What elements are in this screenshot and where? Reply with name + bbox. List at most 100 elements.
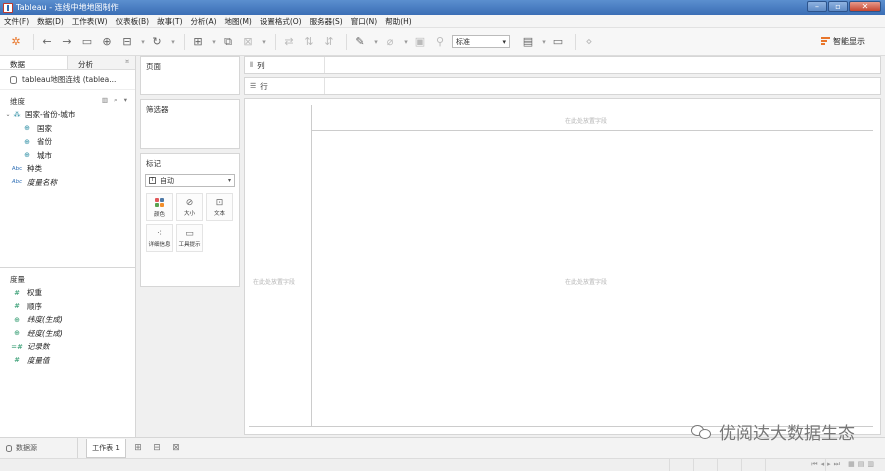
- sheet-tab[interactable]: 工作表 1: [86, 438, 126, 458]
- dimension-field[interactable]: Abc 种类: [0, 162, 135, 176]
- refresh-icon[interactable]: ↻: [149, 34, 165, 50]
- view-size-select[interactable]: 标准 ▾: [452, 35, 510, 48]
- pause-updates-icon[interactable]: ⊟: [119, 34, 135, 50]
- show-labels-icon[interactable]: ▣: [412, 34, 428, 50]
- measure-field[interactable]: # 度量值: [0, 354, 136, 368]
- datasource-tab[interactable]: 数据源: [0, 437, 78, 459]
- drop-field-columns[interactable]: 在此处放置字段: [565, 116, 607, 125]
- number-type-icon: #: [14, 302, 20, 311]
- detail-icon: ⁖: [156, 229, 163, 239]
- rows-shelf[interactable]: ☰ 行: [244, 77, 881, 95]
- share-icon[interactable]: ⋄: [581, 34, 597, 50]
- view-canvas[interactable]: 在此处放置字段 在此处放置字段 在此处放置字段: [244, 98, 881, 435]
- clear-sheet-icon[interactable]: ⊠: [240, 34, 256, 50]
- color-label: 颜色: [153, 211, 165, 218]
- watermark: 优阅达大数据生态: [691, 419, 855, 444]
- dimension-field[interactable]: Abc 度量名称: [0, 176, 135, 190]
- datasource-item[interactable]: tableau地图连线 (tablea...: [0, 70, 135, 90]
- view-size-value: 标准: [456, 37, 470, 46]
- highlight-icon[interactable]: ✎: [352, 34, 368, 50]
- measure-field[interactable]: ⊕ 纬度(生成): [0, 313, 136, 327]
- title-bar: Tableau - 连线中地地图制作 – ▫ ✕: [0, 0, 885, 15]
- columns-shelf[interactable]: ⦀ 列: [244, 56, 881, 74]
- dropdown-arrow-icon[interactable]: ▾: [169, 34, 177, 50]
- pin-icon[interactable]: ¤: [125, 58, 129, 65]
- measures-title: 度量: [10, 274, 25, 284]
- pages-title: 页面: [146, 62, 161, 71]
- detail-button[interactable]: ⁖ 详细信息: [146, 224, 173, 252]
- toolbar-separator: [346, 33, 347, 50]
- measure-field[interactable]: # 权重: [0, 286, 136, 300]
- hierarchy-field[interactable]: ⌄ ⁂ 国家-省份-城市: [0, 108, 135, 122]
- menu-format[interactable]: 设置格式(O): [260, 16, 302, 27]
- measure-field[interactable]: ⊕ 经度(生成): [0, 327, 136, 341]
- dimension-tools-icon[interactable]: ▥ ⌕ ▾: [102, 96, 129, 105]
- maximize-icon[interactable]: ▫: [828, 1, 848, 12]
- fix-axes-icon[interactable]: ⚲: [432, 34, 448, 50]
- sheet-navigation-icons[interactable]: ⏮◂▸⏭ ▦▤▥: [811, 460, 877, 469]
- menu-data[interactable]: 数据(D): [37, 16, 64, 27]
- data-pane: 数据 分析 ¤ tableau地图连线 (tablea... 维度 ▥ ⌕ ▾ …: [0, 56, 136, 437]
- presentation-mode-icon[interactable]: ▭: [550, 34, 566, 50]
- dropdown-arrow-icon[interactable]: ▾: [210, 34, 218, 50]
- filters-card[interactable]: 筛选器: [140, 99, 240, 149]
- save-icon[interactable]: ▭: [79, 34, 95, 50]
- new-worksheet-icon[interactable]: ⊞: [190, 34, 206, 50]
- size-label: 大小: [183, 211, 195, 217]
- toolbar-separator: [33, 33, 34, 50]
- dropdown-arrow-icon[interactable]: ▾: [402, 34, 410, 50]
- undo-icon[interactable]: ←: [39, 34, 55, 50]
- text-button[interactable]: ⊡ 文本: [206, 193, 233, 221]
- pages-card[interactable]: 页面: [140, 56, 240, 95]
- measure-field[interactable]: =# 记录数: [0, 340, 136, 354]
- dimensions-header: 维度 ▥ ⌕ ▾: [0, 94, 135, 108]
- text-label: 文本: [213, 211, 225, 217]
- tab-analysis-label: 分析: [78, 60, 93, 69]
- dropdown-arrow-icon[interactable]: ▾: [260, 34, 268, 50]
- show-cards-icon[interactable]: ▤: [520, 34, 536, 50]
- dropdown-arrow-icon[interactable]: ▾: [540, 34, 548, 50]
- dimension-field[interactable]: ⊕ 省份: [0, 135, 135, 149]
- new-dashboard-icon[interactable]: ⊟: [150, 441, 164, 455]
- tab-analysis[interactable]: 分析 ¤: [67, 56, 135, 69]
- menu-map[interactable]: 地图(M): [225, 16, 252, 27]
- sort-ascending-icon[interactable]: ⇅: [301, 34, 317, 50]
- dropdown-arrow-icon[interactable]: ▾: [139, 34, 147, 50]
- menu-server[interactable]: 服务器(S): [310, 16, 343, 27]
- dimension-field[interactable]: ⊕ 城市: [0, 149, 135, 163]
- drop-field-rows[interactable]: 在此处放置字段: [253, 277, 295, 286]
- tableau-home-icon[interactable]: ✲: [8, 34, 24, 50]
- swap-axes-icon[interactable]: ⇄: [281, 34, 297, 50]
- row-header-divider: [311, 105, 312, 426]
- menu-help[interactable]: 帮助(H): [385, 16, 412, 27]
- field-label: 省份: [37, 137, 52, 147]
- new-story-icon[interactable]: ⊠: [169, 441, 183, 455]
- measure-field[interactable]: # 顺序: [0, 300, 136, 314]
- dimension-field[interactable]: ⊕ 国家: [0, 122, 135, 136]
- menu-file[interactable]: 文件(F): [4, 16, 29, 27]
- group-members-icon[interactable]: ⌀: [382, 34, 398, 50]
- menu-story[interactable]: 故事(T): [157, 16, 182, 27]
- menu-window[interactable]: 窗口(N): [351, 16, 377, 27]
- menu-dashboard[interactable]: 仪表板(B): [116, 16, 150, 27]
- color-button[interactable]: 颜色: [146, 193, 173, 221]
- dropdown-arrow-icon[interactable]: ▾: [372, 34, 380, 50]
- minimize-icon[interactable]: –: [807, 1, 827, 12]
- menu-worksheet[interactable]: 工作表(W): [72, 16, 108, 27]
- collapse-icon[interactable]: ⌄: [4, 111, 12, 118]
- mark-type-select[interactable]: T 自动 ▾: [145, 174, 235, 187]
- close-icon[interactable]: ✕: [849, 1, 881, 12]
- duplicate-sheet-icon[interactable]: ⧉: [220, 34, 236, 50]
- show-me-button[interactable]: 智能显示: [821, 36, 865, 47]
- tooltip-button[interactable]: ▭ 工具提示: [176, 224, 203, 252]
- menu-analysis[interactable]: 分析(A): [191, 16, 217, 27]
- new-datasource-icon[interactable]: ⊕: [99, 34, 115, 50]
- columns-shelf-label: ⦀ 列: [245, 57, 325, 73]
- field-label: 权重: [27, 288, 42, 298]
- drop-field-view[interactable]: 在此处放置字段: [565, 277, 607, 286]
- size-button[interactable]: ⊘ 大小: [176, 193, 203, 221]
- sort-descending-icon[interactable]: ⇵: [321, 34, 337, 50]
- tab-data[interactable]: 数据: [0, 56, 67, 69]
- redo-icon[interactable]: →: [59, 34, 75, 50]
- new-worksheet-icon[interactable]: ⊞: [131, 441, 145, 455]
